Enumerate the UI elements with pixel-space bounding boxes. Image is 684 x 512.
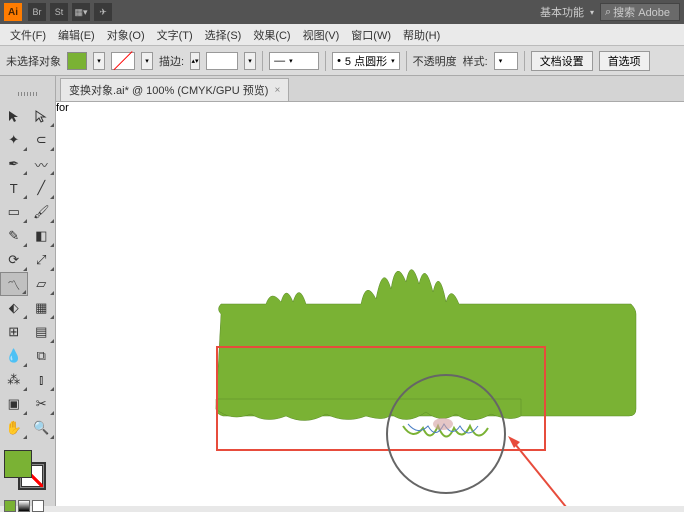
width-tool[interactable]: 〽 bbox=[0, 272, 28, 296]
tab-title: 变换对象.ai* @ 100% (CMYK/GPU 预览) bbox=[69, 82, 268, 98]
selection-tool[interactable] bbox=[0, 104, 28, 128]
toolbox: ✦ ⊂ ✒ 〰 T ╱ ▭ 🖌 ✎ ◧ ⟳ ⤢ 〽 ▱ ⬖ ▦ bbox=[0, 76, 56, 506]
color-mode-none[interactable] bbox=[32, 500, 44, 512]
control-bar: 未选择对象 ▾ ▾ 描边: ▴▾ ▾ —▾ • 5 点圆形 ▾ 不透明度 样式:… bbox=[0, 46, 684, 76]
magic-wand-tool[interactable]: ✦ bbox=[0, 128, 28, 152]
separator bbox=[406, 51, 407, 71]
menubar: 文件(F) 编辑(E) 对象(O) 文字(T) 选择(S) 效果(C) 视图(V… bbox=[0, 24, 684, 46]
color-mode-gradient[interactable] bbox=[18, 500, 30, 512]
graph-tool[interactable]: ⫾ bbox=[28, 368, 56, 392]
slice-tool[interactable]: ✂ bbox=[28, 392, 56, 416]
perspective-tool[interactable]: ▦ bbox=[28, 296, 56, 320]
separator bbox=[524, 51, 525, 71]
hand-tool[interactable]: ✋ bbox=[0, 416, 28, 440]
lasso-tool[interactable]: ⊂ bbox=[28, 128, 56, 152]
document-tab-bar: 变换对象.ai* @ 100% (CMYK/GPU 预览) × bbox=[56, 76, 684, 102]
fill-dropdown-icon[interactable]: ▾ bbox=[93, 52, 105, 70]
zoom-tool[interactable]: 🔍 bbox=[28, 416, 56, 440]
rocket-icon[interactable]: ✈ bbox=[94, 3, 112, 21]
separator bbox=[262, 51, 263, 71]
arrange-icon[interactable]: ▦▾ bbox=[72, 3, 90, 21]
annotation-arrow bbox=[506, 434, 606, 506]
gradient-tool[interactable]: ▤ bbox=[28, 320, 56, 344]
preferences-button[interactable]: 首选项 bbox=[599, 51, 650, 71]
line-tool[interactable]: ╱ bbox=[28, 176, 56, 200]
pen-tool[interactable]: ✒ bbox=[0, 152, 28, 176]
ai-logo: Ai bbox=[4, 3, 22, 21]
mesh-tool[interactable]: ⊞ bbox=[0, 320, 28, 344]
stroke-label: 描边: bbox=[159, 53, 184, 69]
canvas-area[interactable]: for bbox=[56, 102, 684, 506]
separator bbox=[325, 51, 326, 71]
menu-file[interactable]: 文件(F) bbox=[4, 25, 52, 45]
selection-status: 未选择对象 bbox=[6, 53, 61, 69]
titlebar: Ai Br St ▦▾ ✈ 基本功能 ▾ ⌕ 搜索 Adobe bbox=[0, 0, 684, 24]
pencil-tool[interactable]: ✎ bbox=[0, 224, 28, 248]
search-placeholder: 搜索 Adobe bbox=[613, 4, 670, 20]
color-mode-solid[interactable] bbox=[4, 500, 16, 512]
menu-object[interactable]: 对象(O) bbox=[101, 25, 151, 45]
opacity-label: 不透明度 bbox=[413, 53, 457, 69]
menu-window[interactable]: 窗口(W) bbox=[345, 25, 397, 45]
menu-edit[interactable]: 编辑(E) bbox=[52, 25, 101, 45]
stroke-swatch[interactable] bbox=[111, 52, 135, 70]
style-label: 样式: bbox=[463, 53, 488, 69]
fill-color-box[interactable] bbox=[4, 450, 32, 478]
eraser-tool[interactable]: ◧ bbox=[28, 224, 56, 248]
stock-icon[interactable]: St bbox=[50, 3, 68, 21]
stroke-stepper-icon[interactable]: ▴▾ bbox=[190, 52, 200, 70]
menu-help[interactable]: 帮助(H) bbox=[397, 25, 446, 45]
menu-view[interactable]: 视图(V) bbox=[297, 25, 346, 45]
curvature-tool[interactable]: 〰 bbox=[28, 152, 56, 176]
direct-selection-tool[interactable] bbox=[28, 104, 56, 128]
rectangle-tool[interactable]: ▭ bbox=[0, 200, 28, 224]
workspace-dropdown-icon[interactable]: ▾ bbox=[590, 8, 594, 17]
scale-tool[interactable]: ⤢ bbox=[28, 248, 56, 272]
profile-value: 5 点圆形 bbox=[345, 53, 387, 69]
stroke-width-dropdown-icon[interactable]: ▾ bbox=[244, 52, 256, 70]
menu-type[interactable]: 文字(T) bbox=[151, 25, 199, 45]
free-transform-tool[interactable]: ▱ bbox=[28, 272, 55, 296]
menu-effect[interactable]: 效果(C) bbox=[247, 25, 296, 45]
rotate-tool[interactable]: ⟳ bbox=[0, 248, 28, 272]
stroke-dropdown-icon[interactable]: ▾ bbox=[141, 52, 153, 70]
search-box[interactable]: ⌕ 搜索 Adobe bbox=[600, 3, 680, 21]
bridge-icon[interactable]: Br bbox=[28, 3, 46, 21]
eyedropper-tool[interactable]: 💧 bbox=[0, 344, 28, 368]
magnified-detail bbox=[388, 376, 504, 492]
style-dropdown[interactable]: ▾ bbox=[494, 52, 518, 70]
document-setup-button[interactable]: 文档设置 bbox=[531, 51, 593, 71]
toolbox-grab[interactable] bbox=[0, 92, 55, 100]
bullet-icon: • bbox=[337, 55, 341, 67]
magnifier-circle bbox=[386, 374, 506, 494]
artboard-tool[interactable]: ▣ bbox=[0, 392, 28, 416]
menu-select[interactable]: 选择(S) bbox=[199, 25, 248, 45]
stroke-width-input[interactable] bbox=[206, 52, 238, 70]
profile-dropdown[interactable]: • 5 点圆形 ▾ bbox=[332, 52, 400, 70]
type-tool[interactable]: T bbox=[0, 176, 28, 200]
fill-stroke-control[interactable] bbox=[0, 446, 55, 494]
document-tab[interactable]: 变换对象.ai* @ 100% (CMYK/GPU 预览) × bbox=[60, 78, 289, 101]
brush-dropdown[interactable]: —▾ bbox=[269, 52, 319, 70]
canvas[interactable] bbox=[56, 114, 684, 506]
blend-tool[interactable]: ⧉ bbox=[28, 344, 56, 368]
workspace-label[interactable]: 基本功能 bbox=[540, 4, 584, 20]
paintbrush-tool[interactable]: 🖌 bbox=[28, 200, 56, 224]
shape-builder-tool[interactable]: ⬖ bbox=[0, 296, 28, 320]
search-icon: ⌕ bbox=[605, 6, 611, 19]
fill-swatch[interactable] bbox=[67, 52, 87, 70]
tab-close-icon[interactable]: × bbox=[274, 85, 280, 96]
symbol-sprayer-tool[interactable]: ⁂ bbox=[0, 368, 28, 392]
